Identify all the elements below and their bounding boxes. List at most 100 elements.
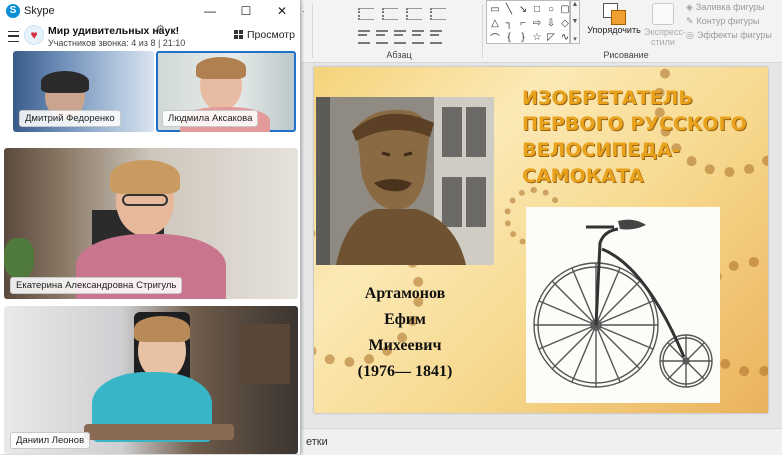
conversation-header: ♥ Мир удивительных наук! ⚙ Участников зв… [0, 22, 300, 51]
video-tile[interactable]: Даниил Леонов [4, 306, 298, 454]
scroll-up-icon[interactable]: ▲ [572, 1, 579, 8]
participant-name: Людмила Аксакова [162, 110, 259, 127]
slide-title-line: САМОКАТА [522, 165, 644, 187]
conversation-avatar[interactable]: ♥ [24, 25, 44, 45]
ribbon: · Абзац ▭ ╲ ↘ □ ○ ▢ △ ┐ ⌐ ⇨ ⇩ ◇ ⌒ {} ☆ … [300, 0, 782, 63]
quick-styles-icon [652, 3, 674, 25]
shape-star-icon[interactable]: ☆ [531, 31, 543, 44]
align-left-icon[interactable] [358, 30, 370, 44]
shape-elbow-icon[interactable]: ┐ [503, 17, 515, 30]
status-bar: етки [300, 428, 782, 455]
shape-arrow-line-icon[interactable]: ↘ [517, 3, 529, 16]
velocipede-illustration [526, 207, 720, 403]
paint-bucket-icon: ◈ [686, 2, 693, 12]
quick-styles-label-1: Экспресс- [644, 27, 686, 37]
shape-textbox-icon[interactable]: ▭ [489, 3, 501, 16]
slide-title[interactable]: ИЗОБРЕТАТЕЛЬ ПЕРВОГО РУССКОГО ВЕЛОСИПЕДА… [522, 85, 762, 189]
participant-hair [196, 57, 246, 79]
shape-outline-label: Контур фигуры [696, 16, 760, 26]
increase-indent-icon[interactable] [430, 8, 446, 20]
app-title: Skype [24, 5, 55, 17]
name-line: (1976— 1841) [357, 363, 453, 380]
skype-logo-icon: S [6, 4, 20, 18]
shapes-gallery[interactable]: ▭ ╲ ↘ □ ○ ▢ △ ┐ ⌐ ⇨ ⇩ ◇ ⌒ { } ☆ ◸ ∿ [486, 0, 570, 45]
numbering-icon[interactable] [382, 8, 398, 20]
menu-icon[interactable] [8, 31, 19, 42]
ribbon-font-group-edge: · [300, 0, 310, 62]
bullets-icon[interactable] [358, 8, 374, 20]
effects-icon: ◎ [686, 30, 694, 40]
view-button[interactable]: Просмотр [234, 29, 295, 41]
align-right-icon[interactable] [394, 30, 406, 44]
columns-icon[interactable] [430, 30, 442, 44]
slide-title-line: ВЕЛОСИПЕДА- [522, 139, 680, 161]
grid-view-icon [234, 30, 243, 39]
powerpoint-window: · Абзац ▭ ╲ ↘ □ ○ ▢ △ ┐ ⌐ ⇨ ⇩ ◇ ⌒ {} ☆ … [300, 0, 782, 455]
shape-curve-icon[interactable]: ⌒ [489, 31, 501, 45]
quick-styles-label-2: стили [651, 37, 675, 47]
participant-hair [41, 71, 89, 93]
paragraph-group-caption: Абзац [386, 50, 412, 60]
shape-callout-icon[interactable]: ◸ [545, 31, 557, 44]
slide-editor[interactable]: ИЗОБРЕТАТЕЛЬ ПЕРВОГО РУССКОГО ВЕЛОСИПЕДА… [300, 63, 782, 428]
arrange-icon [603, 3, 626, 25]
glasses-icon [122, 194, 168, 206]
minimize-button[interactable]: — [192, 0, 228, 22]
call-participants-info: Участников звонка: 4 из 8 | 21:10 [48, 38, 186, 48]
video-tile[interactable]: Екатерина Александровна Стригуль [4, 148, 298, 299]
video-tile-active-speaker[interactable]: Людмила Аксакова [156, 51, 296, 132]
participant-name: Екатерина Александровна Стригуль [10, 277, 183, 294]
inventor-name[interactable]: Артамонов Ефим Михеевич (1976— 1841) [334, 281, 476, 385]
shape-line-icon[interactable]: ╲ [503, 3, 515, 16]
name-line: Михеевич [368, 337, 442, 354]
plant-decoration [4, 238, 34, 278]
name-line: Артамонов [364, 285, 446, 302]
arrange-label: Упорядочить [587, 25, 641, 35]
participant-name: Дмитрий Федоренко [19, 110, 121, 127]
velocipede-drawing [533, 219, 713, 388]
shapes-gallery-scroll[interactable]: ▲ ▼ ▾ [570, 0, 580, 44]
settings-gear-icon[interactable]: ⚙ [156, 24, 165, 35]
shape-connector-icon[interactable]: ⌐ [517, 17, 529, 30]
align-center-icon[interactable] [376, 30, 388, 44]
scroll-down-icon[interactable]: ▼ [572, 18, 579, 25]
quick-styles-button[interactable]: Экспресс- стили [644, 0, 686, 47]
decrease-indent-icon[interactable] [406, 8, 422, 20]
title-bar: S Skype — ☐ ✕ [0, 0, 300, 22]
shape-rectangle-icon[interactable]: □ [531, 3, 543, 16]
call-video-area: Дмитрий Федоренко Людмила Аксакова Екате… [0, 50, 300, 454]
shape-brace-right-icon[interactable]: } [517, 31, 529, 44]
shape-fill-button[interactable]: ◈ Заливка фигуры [686, 0, 782, 14]
slide[interactable]: ИЗОБРЕТАТЕЛЬ ПЕРВОГО РУССКОГО ВЕЛОСИПЕДА… [314, 67, 768, 413]
arrange-button[interactable]: Упорядочить [586, 0, 642, 44]
more-icon[interactable]: ▾ [573, 35, 577, 43]
font-group-fragment: · [302, 6, 305, 16]
maximize-button[interactable]: ☐ [228, 0, 264, 22]
shape-format-list: ◈ Заливка фигуры ✎ Контур фигуры ◎ Эффекты … [686, 0, 782, 42]
participant-hair [110, 160, 180, 194]
participant-arms [84, 424, 234, 440]
justify-icon[interactable] [412, 30, 424, 44]
participant-name: Даниил Леонов [10, 432, 91, 449]
pen-icon: ✎ [686, 16, 694, 26]
shape-brace-left-icon[interactable]: { [503, 31, 515, 44]
skype-window: S Skype — ☐ ✕ ♥ Мир удивительных наук! ⚙… [0, 0, 301, 454]
statue-photo [316, 97, 494, 265]
alignment-buttons [358, 30, 442, 44]
shape-arrow-down-icon[interactable]: ⇩ [545, 17, 557, 30]
statue-image [316, 97, 494, 265]
video-tile[interactable]: Дмитрий Федоренко [13, 51, 154, 132]
ribbon-paragraph-group: Абзац [314, 0, 484, 62]
shape-oval-icon[interactable]: ○ [545, 3, 557, 16]
shape-outline-button[interactable]: ✎ Контур фигуры [686, 14, 782, 28]
shape-effects-label: Эффекты фигуры [696, 30, 772, 40]
view-button-label: Просмотр [247, 29, 295, 41]
ribbon-separator [482, 4, 483, 58]
shape-triangle-icon[interactable]: △ [489, 17, 501, 30]
close-button[interactable]: ✕ [264, 0, 300, 22]
background-shelf [240, 324, 290, 384]
shape-arrow-right-icon[interactable]: ⇨ [531, 17, 543, 30]
slide-title-line: ПЕРВОГО РУССКОГО [522, 113, 747, 135]
notes-label[interactable]: етки [306, 436, 328, 448]
shape-effects-button[interactable]: ◎ Эффекты фигуры [686, 28, 782, 42]
